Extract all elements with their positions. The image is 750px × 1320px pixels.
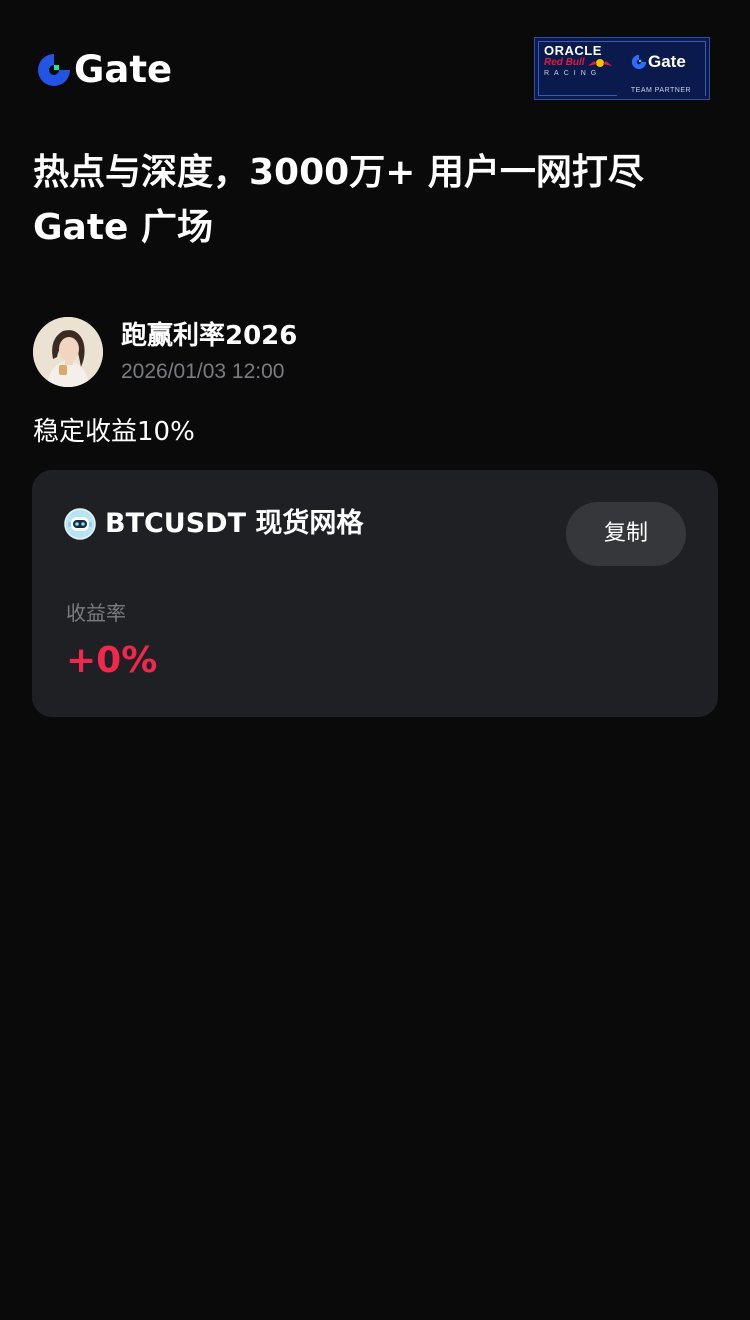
yield-label: 收益率 [66,601,126,625]
strategy-title: BTCUSDT 现货网格 [105,508,364,539]
partner-racing-text: RACING [544,70,602,77]
yield-value: +0% [66,640,158,681]
gate-logo[interactable]: Gate [36,50,172,90]
author-name[interactable]: 跑赢利率2026 [121,318,297,354]
strategy-title-row: BTCUSDT 现货网格 [64,506,363,542]
partner-gate-logo: Gate [631,52,686,72]
copy-button[interactable]: 复制 [566,502,686,566]
partner-badge: ORACLE Red Bull RACING Gate TEAM PARTNER [534,37,710,100]
trading-bot-icon [64,508,96,540]
gate-logo-icon [38,54,70,86]
gate-logo-small-icon [631,54,647,70]
header: Gate ORACLE Red Bull RACING Gate TEAM PA… [0,0,750,110]
avatar[interactable] [33,317,103,387]
brand-name: Gate [74,48,173,91]
page-headline: 热点与深度，3000万+ 用户一网打尽 Gate 广场 [33,145,723,255]
headline-line-1: 热点与深度，3000万+ 用户一网打尽 [33,152,644,193]
headline-line-2: Gate 广场 [33,207,214,248]
partner-gate-text: Gate [648,52,686,71]
author-info: 跑赢利率2026 2026/01/03 12:00 [121,318,297,387]
team-partner-label: TEAM PARTNER [617,84,705,97]
partner-redbull-text: Red Bull [544,57,585,68]
post-author: 跑赢利率2026 2026/01/03 12:00 [33,317,297,387]
partner-oracle-text: ORACLE [544,43,602,58]
post-timestamp: 2026/01/03 12:00 [121,359,285,383]
post-body-text: 稳定收益10% [33,417,195,447]
avatar-image [33,317,103,387]
strategy-card[interactable]: BTCUSDT 现货网格 复制 收益率 +0% [32,470,718,717]
bull-icon [588,59,612,67]
